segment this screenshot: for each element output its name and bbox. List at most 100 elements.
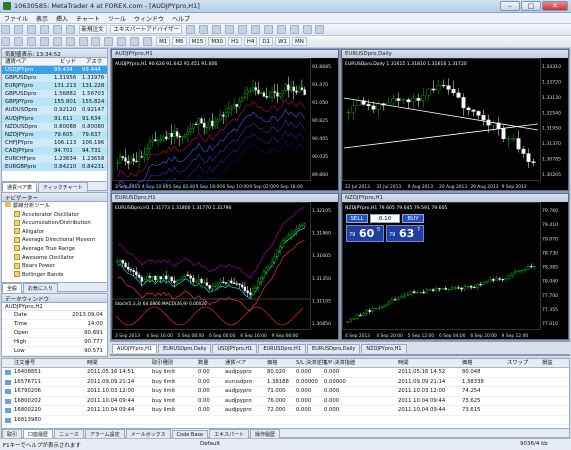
nav-indicator-item[interactable]: Average True Range bbox=[2, 245, 107, 254]
arrow-icon[interactable] bbox=[117, 37, 127, 46]
profiles-icon[interactable] bbox=[13, 25, 23, 34]
indicators-icon[interactable] bbox=[289, 25, 299, 34]
horizontal-line-icon[interactable] bbox=[39, 37, 49, 46]
terminal-row[interactable]: 16800220 2011.10.04 09:44 buy limit 0.00 aud… bbox=[2, 406, 569, 416]
fibonacci-icon[interactable] bbox=[78, 37, 88, 46]
periods-icon[interactable] bbox=[302, 25, 312, 34]
menu-item[interactable]: ウィンドウ bbox=[130, 13, 168, 24]
trendline-icon[interactable] bbox=[52, 37, 62, 46]
terminal-column-header[interactable]: 数量 bbox=[198, 359, 209, 368]
timeframe-button[interactable]: D1 bbox=[259, 37, 274, 46]
col-symbol[interactable]: 通貨ペア bbox=[5, 58, 27, 66]
nav-indicator-item[interactable]: Average Directional Movem bbox=[2, 236, 107, 245]
line-chart-icon[interactable] bbox=[212, 25, 222, 34]
market-watch-row[interactable]: EURCHFpro 1.23634 1.23658 bbox=[2, 155, 107, 164]
terminal-column-header[interactable]: 損益 bbox=[542, 359, 553, 368]
market-watch-row[interactable]: AUDJPYpro 91.611 91.634 bbox=[2, 114, 107, 123]
text-icon[interactable] bbox=[91, 37, 101, 46]
market-watch-row[interactable]: AUDUSDpro 0.92120 0.92147 bbox=[2, 106, 107, 115]
chart-window-audjpy-h1[interactable]: AUDJPYpro,H1 AUDJPYpro,H1 90.626 91.642 … bbox=[111, 49, 339, 191]
chart-tab[interactable]: EURUSDpro,Daily bbox=[307, 344, 361, 353]
market-watch-row[interactable]: GBPUSDpro 1.56882 1.56703 bbox=[2, 90, 107, 99]
market-watch-row[interactable]: NZDJPYpro 79.605 79.637 bbox=[2, 130, 107, 139]
sell-price-display[interactable]: 79 60 5 bbox=[346, 225, 384, 242]
terminal-column-header[interactable]: 価格 bbox=[267, 359, 278, 368]
minimize-button[interactable]: – bbox=[500, 1, 520, 11]
nav-indicator-item[interactable]: Bollinger Bands bbox=[2, 271, 107, 280]
new-order-button[interactable]: 新規注文 bbox=[78, 25, 107, 34]
label-icon[interactable] bbox=[104, 37, 114, 46]
col-ask[interactable]: アスク bbox=[86, 58, 102, 66]
tile-windows-icon[interactable] bbox=[250, 25, 260, 34]
chart-tab[interactable]: EURUSDpro,H1 bbox=[258, 344, 306, 353]
terminal-column-header[interactable]: 時間 bbox=[398, 359, 409, 368]
chart-plot[interactable]: AUDJPYpro,H1 90.626 91.642 91.451 91.606… bbox=[112, 58, 338, 190]
chart-tab[interactable]: USDJPYpro,H1 bbox=[212, 344, 258, 353]
chart-plot[interactable]: EURUSDpro,Daily 1.31615 1.31810 1.31616 … bbox=[342, 58, 568, 190]
chart-window-eurusd-daily[interactable]: EURUSDpro,Daily EURUSDpro,Daily 1.31615 … bbox=[341, 49, 569, 191]
terminal-row[interactable]: 16790206 2011.10.03 12:00 buy limit 0.00 aud… bbox=[2, 387, 569, 397]
menu-item[interactable]: チャート bbox=[72, 13, 104, 24]
market-watch-icon[interactable] bbox=[26, 25, 36, 34]
menu-item[interactable]: ツール bbox=[104, 13, 130, 24]
label-icon[interactable] bbox=[143, 37, 153, 46]
chart-tab[interactable]: AUDJPYpro,H1 bbox=[112, 344, 158, 353]
nav-indicator-item[interactable]: Accumulation/Distribution bbox=[2, 219, 107, 228]
market-watch-row[interactable]: GBPUSDpro 1.31956 1.31976 bbox=[2, 74, 107, 83]
cursor-icon[interactable] bbox=[1, 37, 10, 46]
terminal-column-header[interactable]: S/L:決済逆指 bbox=[296, 359, 327, 368]
navigator-icon[interactable] bbox=[39, 25, 49, 34]
nav-indicator-item[interactable]: Awesome Oscillator bbox=[2, 254, 107, 263]
market-watch-row[interactable]: EURGBPpro 0.84210 0.84231 bbox=[2, 163, 107, 172]
autoscroll-icon[interactable] bbox=[263, 25, 273, 34]
tab-tick-chart[interactable]: ティックチャート bbox=[38, 182, 88, 192]
tester-icon[interactable] bbox=[65, 25, 75, 34]
text-icon[interactable] bbox=[130, 37, 140, 46]
chart-tab[interactable]: EURUSDpro,Daily bbox=[158, 344, 212, 353]
timeframe-button[interactable]: H1 bbox=[228, 37, 242, 46]
nav-indicator-item[interactable]: Bears Power bbox=[2, 262, 107, 271]
market-watch-row[interactable]: CADJPYpro 94.701 94.731 bbox=[2, 146, 107, 156]
nav-root[interactable]: 罫線分析ツール bbox=[2, 202, 107, 211]
menu-item[interactable]: 表示 bbox=[32, 13, 52, 24]
tab-symbols[interactable]: 通貨ペア表 bbox=[2, 182, 38, 192]
zoom-out-icon[interactable] bbox=[237, 25, 247, 34]
new-chart-icon[interactable] bbox=[1, 25, 10, 34]
lot-size-input[interactable]: 0.10 bbox=[370, 214, 400, 223]
terminal-row[interactable]: 16408851 2011.05.16 14:51 buy limit 0.00 aud… bbox=[2, 368, 569, 378]
chart-tab[interactable]: NZDJPYpro,H1 bbox=[361, 344, 407, 353]
market-watch-row[interactable]: CHFJPYpro 106.113 106.196 bbox=[2, 138, 107, 147]
bar-chart-icon[interactable] bbox=[186, 25, 196, 34]
terminal-column-header[interactable]: 通貨ペア bbox=[225, 359, 246, 368]
market-watch-row[interactable]: NZDUSDpro 0.80088 0.80080 bbox=[2, 122, 107, 131]
chart-window-nzdjpy-h1[interactable]: NZDJPYpro,H1 NZDJPYpro,H1 79.605 79.645 … bbox=[341, 193, 569, 340]
terminal-row[interactable]: 16813980 bbox=[2, 416, 569, 425]
menu-item[interactable]: 挿入 bbox=[52, 13, 72, 24]
tab-favorites[interactable]: お気に入り bbox=[23, 283, 59, 293]
terminal-row[interactable]: 16576711 2011.09.09 21:14 buy limit 0.00 eur… bbox=[2, 378, 569, 387]
terminal-column-header[interactable]: スワップ bbox=[507, 359, 528, 368]
terminal-column-header[interactable]: T/P:決済指値 bbox=[324, 359, 355, 368]
timeframe-button[interactable]: MN bbox=[292, 37, 307, 46]
terminal-icon[interactable] bbox=[52, 25, 62, 34]
expert-advisor-button[interactable]: エキスパートアドバイザー bbox=[110, 25, 183, 34]
tab-common[interactable]: 全般 bbox=[2, 283, 23, 293]
maximize-button[interactable]: □ bbox=[521, 1, 541, 11]
terminal-column-header[interactable]: 価格 bbox=[462, 359, 473, 368]
market-watch-row[interactable]: GBPJPYpro 155.801 155.824 bbox=[2, 98, 107, 107]
timeframe-button[interactable]: H4 bbox=[243, 37, 258, 46]
terminal-column-header[interactable]: 時間 bbox=[87, 359, 98, 368]
timeframe-button[interactable]: M15 bbox=[188, 37, 207, 46]
candle-chart-icon[interactable] bbox=[199, 25, 209, 34]
buy-price-display[interactable]: 79 63 7 bbox=[386, 225, 424, 242]
terminal-row[interactable]: 16800202 2011.10.04 09:44 buy limit 0.00 aud… bbox=[2, 397, 569, 406]
chart-shift-icon[interactable] bbox=[276, 25, 286, 34]
terminal-column-header[interactable]: 取引種別 bbox=[152, 359, 173, 368]
nav-indicator-item[interactable]: Accelerator Oscillator bbox=[2, 211, 107, 220]
menu-item[interactable]: ヘルプ bbox=[168, 13, 194, 24]
sell-button[interactable]: SELL bbox=[346, 214, 368, 223]
timeframe-button[interactable]: M5 bbox=[172, 37, 187, 46]
channel-icon[interactable] bbox=[65, 37, 75, 46]
templates-icon[interactable] bbox=[315, 25, 325, 34]
zoom-in-icon[interactable] bbox=[225, 25, 234, 34]
